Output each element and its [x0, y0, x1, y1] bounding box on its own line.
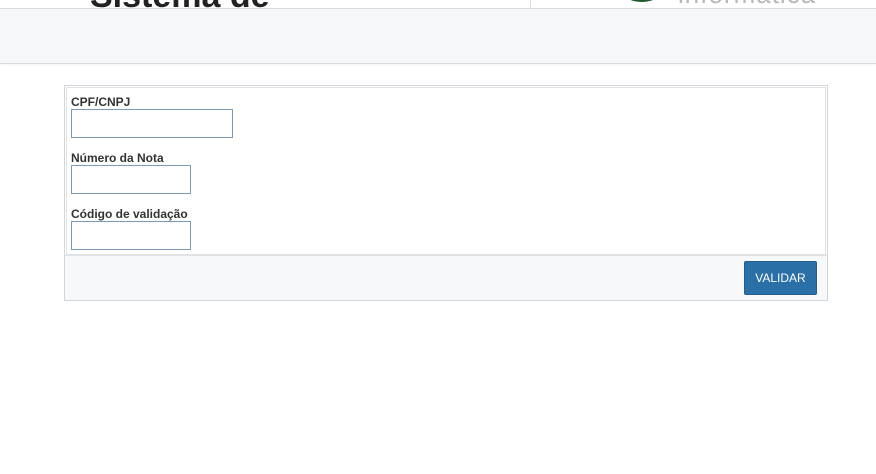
- cpf-cnpj-label: CPF/CNPJ: [71, 95, 131, 109]
- site-header: Sistema de informática: [0, 0, 876, 8]
- swoosh-logo-icon: [630, 0, 653, 2]
- toolbar-bar: [0, 8, 876, 64]
- validation-code-label: Código de validação: [71, 207, 188, 221]
- validate-button[interactable]: VALIDAR: [744, 261, 817, 295]
- form-body: CPF/CNPJ Número da Nota Código de valida…: [66, 87, 826, 255]
- cpf-cnpj-input[interactable]: [71, 109, 233, 138]
- invoice-number-input[interactable]: [71, 165, 191, 194]
- form-footer: VALIDAR: [65, 255, 827, 300]
- validation-form: CPF/CNPJ Número da Nota Código de valida…: [64, 85, 828, 301]
- page: Sistema de informática CPF/CNPJ Número d…: [0, 0, 876, 474]
- header-divider: [530, 0, 531, 8]
- invoice-number-label: Número da Nota: [71, 151, 164, 165]
- site-title: Sistema de: [90, 0, 270, 8]
- validation-code-input[interactable]: [71, 221, 191, 250]
- logo-text: informática: [678, 0, 816, 8]
- company-logo: informática: [612, 0, 822, 8]
